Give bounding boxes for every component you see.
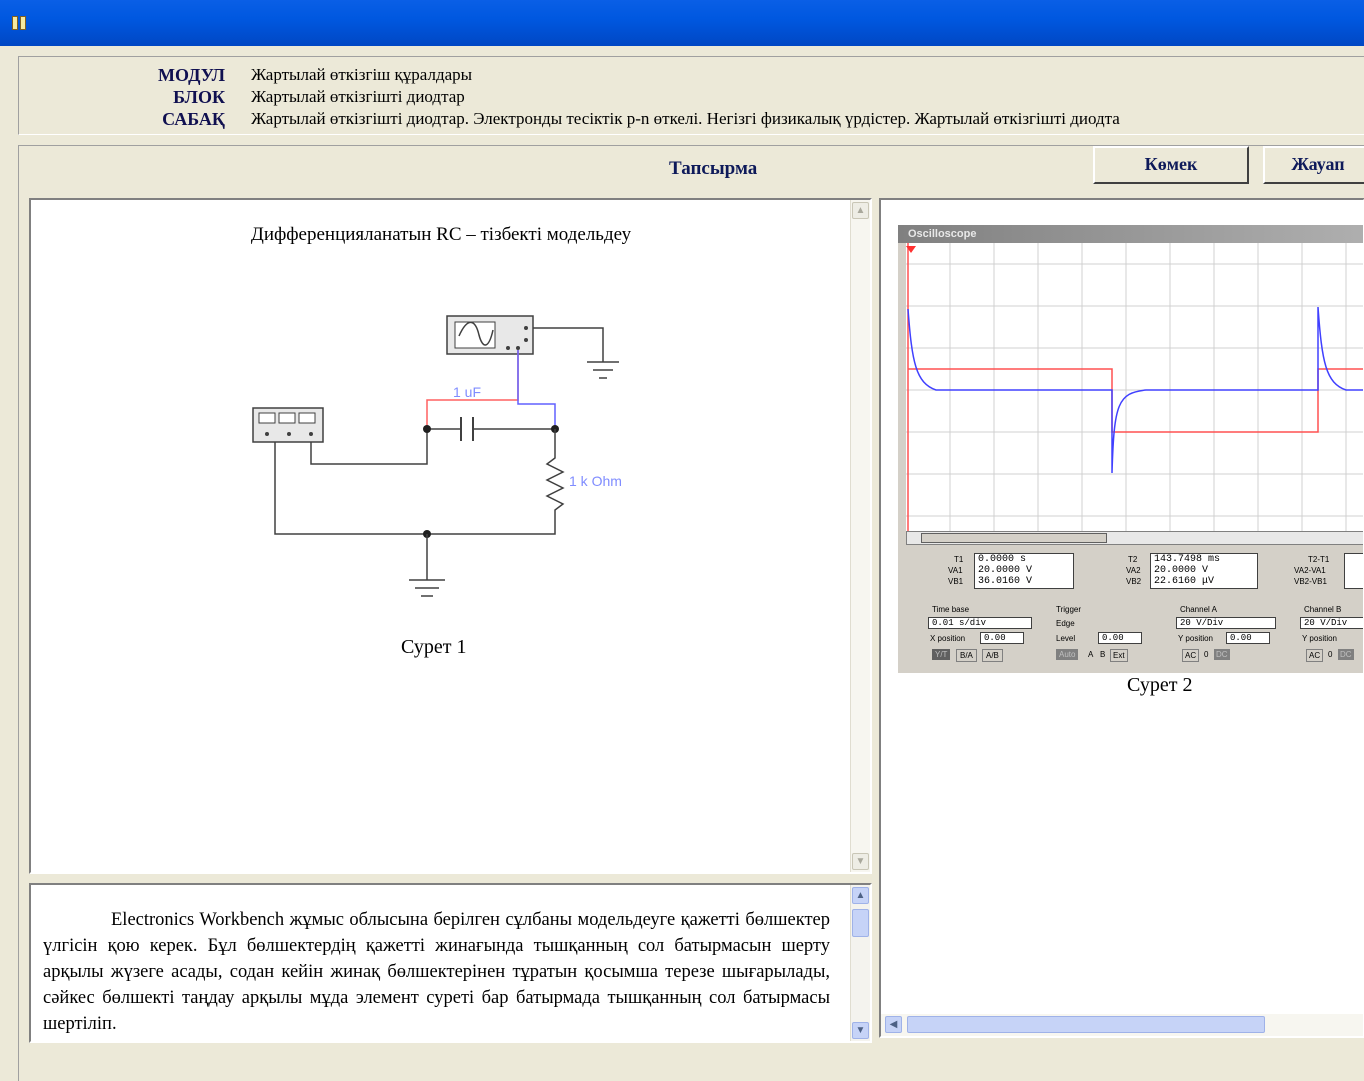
channel-b-field[interactable]: 20 V/Div — [1300, 617, 1363, 629]
screen-scroll-thumb[interactable] — [921, 533, 1107, 543]
scroll-left-icon[interactable]: ◀ — [885, 1016, 902, 1033]
figure1-caption: Сурет 1 — [401, 636, 467, 658]
vb2-unit: μV — [1202, 576, 1215, 587]
ba-button[interactable]: B/A — [956, 649, 977, 662]
help-button[interactable]: Көмек — [1093, 146, 1249, 184]
va1-label: VA1 — [948, 566, 963, 575]
book-icon — [12, 16, 34, 32]
figure-pane[interactable]: Дифференцияланатын RC – тізбекті модельд… — [29, 198, 872, 874]
ab-button[interactable]: A/B — [982, 649, 1003, 662]
channel-a-ac-button[interactable]: AC — [1182, 649, 1200, 662]
figure2-caption: Сурет 2 — [1127, 674, 1193, 696]
channel-b-label: Channel B — [1304, 605, 1342, 614]
level-label: Level — [1056, 634, 1076, 643]
screen-scrollbar[interactable] — [906, 531, 1363, 545]
lesson-value: Жартылай өткізгішті диодтар. Электронды … — [251, 109, 1120, 128]
channel-b-ypos-label: Y position — [1302, 634, 1337, 643]
xpos-field[interactable]: 0.00 — [980, 632, 1024, 644]
auto-button[interactable]: Auto — [1056, 649, 1079, 660]
app-window: МОДУЛ Жартылай өткізгіш құралдары БЛОК Ж… — [8, 46, 1364, 1081]
channel-b-zero-button[interactable]: 0 — [1326, 649, 1334, 660]
oscilloscope-title: Oscilloscope — [898, 225, 1363, 243]
t1-unit: s — [1020, 554, 1027, 565]
rc-circuit-diagram: 1 uF 1 k Ohm — [252, 315, 622, 597]
right-pane-hscrollbar[interactable]: ◀ — [881, 1014, 1363, 1036]
title-bar[interactable] — [0, 0, 1364, 46]
scroll-up-icon[interactable]: ▲ — [852, 887, 869, 904]
channel-a-dc-button[interactable]: DC — [1214, 649, 1230, 660]
scroll-down-icon[interactable]: ▼ — [852, 853, 869, 870]
t1-readout: 0.0000 s 20.0000 V 36.0160 V — [974, 553, 1074, 589]
t2-readout: 143.7498 ms 20.0000 V 22.6160 μV — [1150, 553, 1258, 589]
t2-unit: ms — [1208, 554, 1221, 565]
yt-button[interactable]: Y/T — [932, 649, 951, 660]
va2-value: 20.0000 — [1154, 565, 1197, 576]
channel-a-zero-button[interactable]: 0 — [1202, 649, 1210, 660]
scroll-thumb[interactable] — [852, 909, 869, 937]
va2-label: VA2 — [1126, 566, 1141, 575]
channel-b-ac-button[interactable]: AC — [1306, 649, 1324, 662]
module-label: МОДУЛ — [158, 65, 225, 85]
scroll-up-icon[interactable]: ▲ — [852, 202, 869, 219]
block-value: Жартылай өткізгішті диодтар — [251, 87, 465, 106]
t2-value: 143.7498 — [1154, 554, 1203, 565]
block-label: БЛОК — [173, 87, 225, 107]
t1-value: 0.0000 — [978, 554, 1015, 565]
channel-a-field[interactable]: 20 V/Div — [1176, 617, 1276, 629]
t1-label: T1 — [954, 555, 964, 564]
timebase-label: Time base — [932, 605, 970, 614]
instructions-pane[interactable]: Electronics Workbench жұмыс облысына бер… — [29, 883, 872, 1043]
channel-b-dc-button[interactable]: DC — [1338, 649, 1354, 660]
oscilloscope-window: Oscilloscope T1 VA1 VB1 0.0000 s 20.0000… — [898, 225, 1363, 673]
va2-unit: V — [1202, 565, 1209, 576]
vb1-value: 36.0160 — [978, 576, 1021, 587]
resistor-label: 1 k Ohm — [569, 473, 622, 489]
trigger-label: Trigger — [1056, 605, 1082, 614]
instructions-scrollbar[interactable]: ▲ ▼ — [850, 885, 870, 1041]
close-button[interactable]: Жауап — [1263, 146, 1364, 184]
t2t1-label: T2-T1 — [1308, 555, 1330, 564]
oscilloscope-pane[interactable]: Oscilloscope T1 VA1 VB1 0.0000 s 20.0000… — [879, 198, 1364, 1038]
vb1-label: VB1 — [948, 577, 964, 586]
function-generator-icon — [252, 407, 324, 443]
hscroll-thumb[interactable] — [907, 1016, 1265, 1033]
va2va1-label: VA2-VA1 — [1294, 566, 1326, 575]
capacitor-label: 1 uF — [453, 384, 481, 400]
task-panel: Тапсырма Көмек Жауап Дифференцияланатын … — [18, 145, 1364, 1081]
trigger-b-button[interactable]: B — [1098, 649, 1107, 660]
scroll-down-icon[interactable]: ▼ — [852, 1022, 869, 1039]
lesson-label: САБАҚ — [162, 109, 225, 129]
ext-button[interactable]: Ext — [1110, 649, 1128, 662]
module-value: Жартылай өткізгіш құралдары — [251, 65, 473, 84]
timebase-field[interactable]: 0.01 s/div — [928, 617, 1032, 629]
oscilloscope-icon — [446, 315, 534, 355]
edge-label: Edge — [1056, 619, 1075, 628]
vb2-value: 22.6160 — [1154, 576, 1197, 587]
vb2vb1-label: VB2-VB1 — [1294, 577, 1327, 586]
va1-value: 20.0000 — [978, 565, 1021, 576]
oscilloscope-screen — [906, 243, 1363, 531]
channel-a-ypos-field[interactable]: 0.00 — [1226, 632, 1270, 644]
channel-a-label: Channel A — [1180, 605, 1217, 614]
figure-title: Дифференцияланатын RC – тізбекті модельд… — [250, 224, 632, 245]
t2-label: T2 — [1128, 555, 1138, 564]
task-title: Тапсырма — [669, 158, 758, 179]
xpos-label: X position — [930, 634, 966, 643]
vb2-label: VB2 — [1126, 577, 1142, 586]
vb1-unit: V — [1026, 576, 1033, 587]
trigger-a-button[interactable]: A — [1086, 649, 1095, 660]
lesson-header: МОДУЛ Жартылай өткізгіш құралдары БЛОК Ж… — [18, 56, 1364, 135]
instructions-text: Electronics Workbench жұмыс облысына бер… — [43, 910, 830, 1034]
channel-a-ypos-label: Y position — [1178, 634, 1213, 643]
va1-unit: V — [1026, 565, 1033, 576]
level-field[interactable]: 0.00 — [1098, 632, 1142, 644]
figure-scrollbar[interactable]: ▲ ▼ — [850, 200, 870, 872]
delta-readout — [1344, 553, 1363, 589]
